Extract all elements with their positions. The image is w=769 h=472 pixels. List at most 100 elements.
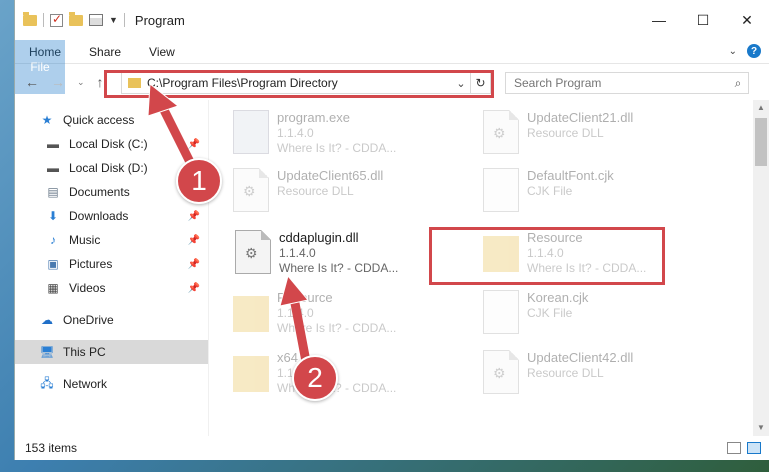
sidebar-item-onedrive[interactable]: ☁ OneDrive [15, 308, 208, 332]
explorer-window: ▼ Program — ☐ ✕ File Home Share View ⌄ ?… [14, 0, 769, 460]
file-name: UpdateClient65.dll [277, 168, 384, 183]
search-box[interactable]: ⌕ [505, 72, 749, 94]
file-name: UpdateClient42.dll [527, 350, 634, 365]
file-name: x64 [277, 350, 298, 365]
view-switcher [727, 442, 761, 454]
list-item[interactable]: Resource 1.1.4.0 Where Is It? - CDDA... [233, 290, 463, 344]
tab-share[interactable]: Share [75, 40, 135, 63]
sidebar-item-downloads[interactable]: ⬇ Downloads 📌 [15, 204, 208, 228]
sidebar-item-label: Network [63, 377, 108, 391]
folder-icon [233, 296, 269, 332]
file-icon [483, 290, 519, 334]
sidebar-item-videos[interactable]: ▦ Videos 📌 [15, 276, 208, 300]
list-item[interactable]: UpdateClient21.dll Resource DLL [483, 110, 713, 164]
file-type: Resource DLL [277, 184, 354, 198]
pin-icon[interactable]: 📌 [188, 139, 200, 150]
list-item[interactable]: Korean.cjk CJK File [483, 290, 713, 344]
item-count: 153 items [25, 441, 78, 455]
ribbon: File Home Share View ⌄ ? [15, 40, 769, 94]
address-path[interactable]: C:\Program Files\Program Directory [147, 76, 452, 90]
sidebar-item-pictures[interactable]: ▣ Pictures 📌 [15, 252, 208, 276]
dll-file-icon [235, 230, 271, 274]
window-title: Program [134, 12, 185, 28]
customize-icon[interactable] [89, 14, 103, 26]
dll-file-icon [483, 350, 519, 394]
sidebar-item-label: OneDrive [63, 313, 114, 327]
search-icon[interactable]: ⌕ [728, 76, 748, 91]
scrollbar-thumb[interactable] [755, 118, 767, 166]
sidebar-item-network[interactable]: 🖧 Network [15, 372, 208, 396]
document-icon: ▤ [47, 185, 59, 199]
file-type: Resource DLL [527, 366, 604, 380]
pin-icon[interactable]: 📌 [188, 283, 200, 294]
sidebar-item-label: Music [69, 233, 101, 247]
tab-view[interactable]: View [135, 40, 189, 63]
highlight-box-file [429, 227, 665, 285]
file-icon [483, 168, 519, 212]
file-description: Where Is It? - CDDA... [277, 321, 397, 335]
address-bar[interactable]: C:\Program Files\Program Directory ⌄ ↻ [121, 72, 491, 94]
network-icon: 🖧 [40, 375, 54, 390]
sidebar-item-label: Downloads [69, 209, 129, 223]
sidebar-item-music[interactable]: ♪ Music 📌 [15, 228, 208, 252]
list-item[interactable]: UpdateClient65.dll Resource DLL [233, 168, 463, 222]
star-icon: ★ [41, 113, 53, 127]
recent-chevron-icon[interactable]: ⌄ [77, 77, 85, 88]
toolbar-divider [43, 13, 44, 27]
folder-icon[interactable] [23, 11, 37, 26]
drive-icon: ▬ [47, 137, 59, 151]
sidebar-item-local-disk-c[interactable]: ▬ Local Disk (C:) 📌 [15, 132, 208, 156]
pin-icon[interactable]: 📌 [188, 259, 200, 270]
properties-check-icon[interactable] [50, 12, 63, 27]
expand-ribbon-icon[interactable]: ⌄ [729, 46, 737, 57]
chevron-down-icon[interactable]: ▼ [109, 15, 118, 25]
sidebar-item-label: Local Disk (C:) [69, 137, 148, 151]
file-version: 1.1.4.0 [279, 246, 316, 260]
file-version: 1.1.4.0 [277, 306, 314, 320]
refresh-icon[interactable]: ↻ [470, 73, 490, 93]
window-controls: — ☐ ✕ [637, 0, 769, 40]
list-item[interactable]: DefaultFont.cjk CJK File [483, 168, 713, 222]
file-type: CJK File [527, 306, 573, 320]
list-item[interactable]: program.exe 1.1.4.0 Where Is It? - CDDA.… [233, 110, 463, 164]
file-name: Korean.cjk [527, 290, 589, 305]
sidebar-item-quick-access[interactable]: ★ Quick access [15, 108, 208, 132]
file-name: UpdateClient21.dll [527, 110, 634, 125]
scroll-down-icon[interactable]: ▼ [753, 420, 769, 436]
sidebar-item-label: Documents [69, 185, 130, 199]
vertical-scrollbar[interactable]: ▲ ▼ [753, 100, 769, 436]
ribbon-right: ⌄ ? [729, 44, 761, 58]
details-view-icon[interactable] [727, 442, 741, 454]
file-name: DefaultFont.cjk [527, 168, 614, 183]
close-button[interactable]: ✕ [725, 0, 769, 40]
list-item[interactable]: x64 1.1.4.0 Where Is It? - CDDA... [233, 350, 463, 404]
pin-icon[interactable]: 📌 [188, 211, 200, 222]
file-type: Resource DLL [527, 126, 604, 140]
minimize-button[interactable]: — [637, 0, 681, 40]
file-name: program.exe [277, 110, 350, 125]
executable-icon [233, 110, 269, 154]
sidebar-item-label: Pictures [69, 257, 113, 271]
chevron-down-icon[interactable]: ⌄ [452, 77, 470, 90]
scroll-up-icon[interactable]: ▲ [753, 100, 769, 116]
sidebar-item-label: This PC [63, 345, 106, 359]
search-input[interactable] [506, 76, 728, 90]
new-folder-icon[interactable] [69, 11, 83, 26]
sidebar-item-label: Videos [69, 281, 106, 295]
pin-icon[interactable]: 📌 [188, 235, 200, 246]
sidebar-item-this-pc[interactable]: 🖥 This PC [15, 340, 208, 364]
title-bar: ▼ Program — ☐ ✕ [15, 0, 769, 40]
maximize-button[interactable]: ☐ [681, 0, 725, 40]
forward-arrow-icon[interactable]: → [51, 74, 65, 90]
list-item[interactable]: UpdateClient42.dll Resource DLL [483, 350, 713, 404]
download-icon: ⬇ [47, 209, 59, 223]
tiles-view-icon[interactable] [747, 442, 761, 454]
back-arrow-icon[interactable]: ← [25, 74, 39, 90]
help-icon[interactable]: ? [747, 44, 761, 58]
drive-icon: ▬ [47, 161, 59, 175]
quick-access-toolbar: ▼ [15, 11, 125, 27]
up-arrow-icon[interactable]: ↑ [97, 74, 104, 90]
